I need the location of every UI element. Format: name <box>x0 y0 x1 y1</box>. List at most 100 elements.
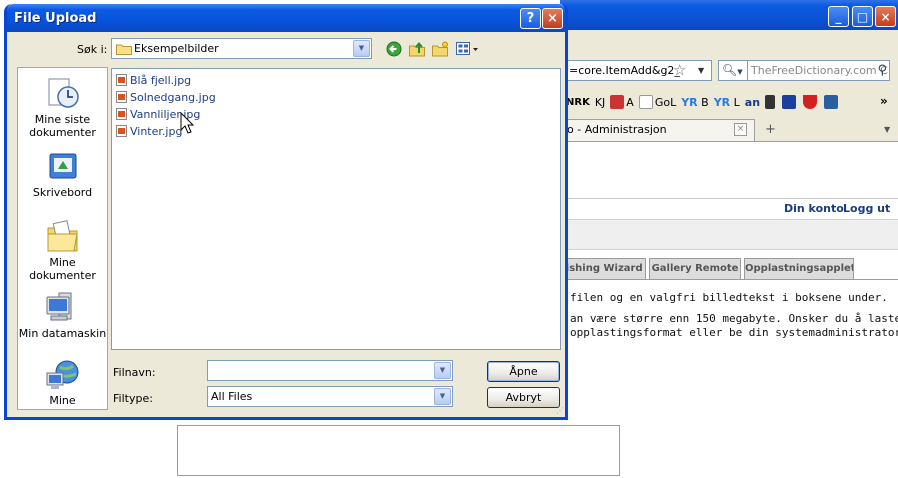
places-bar: Mine siste dokumenter Skrivebord Mine do… <box>17 67 108 410</box>
new-folder-icon[interactable] <box>432 41 449 57</box>
file-upload-dialog: File Upload ? × Søk i: Eksempelbilder ▼ <box>4 4 568 420</box>
search-engine-selector[interactable]: 🔍︎▼ <box>718 60 748 81</box>
file-item[interactable]: Solnedgang.jpg <box>116 89 216 105</box>
resize-grip-icon[interactable]: ⋰ <box>556 406 564 415</box>
bookmark-box[interactable] <box>824 95 840 109</box>
logout-link[interactable]: Logg ut <box>843 202 890 215</box>
tab-list-button[interactable]: ▼ <box>884 125 890 134</box>
page-band <box>560 219 898 250</box>
instruction-text: opplastingsformat eller be din systemadm… <box>570 326 898 339</box>
place-label: Mine dokumenter <box>29 256 96 282</box>
dialog-titlebar: File Upload <box>7 4 565 32</box>
cancel-button[interactable]: Avbryt <box>487 387 560 408</box>
minimize-button[interactable]: _ <box>828 6 849 27</box>
dialog-title: File Upload <box>14 11 97 26</box>
tab-publishing-wizard[interactable]: lishing Wizard <box>560 258 646 279</box>
search-icon[interactable]: ⚲ <box>877 61 887 80</box>
filename-input[interactable]: ▼ <box>207 360 453 381</box>
file-name: Blå fjell.jpg <box>130 73 192 87</box>
network-places-icon <box>46 360 78 389</box>
maximize-button[interactable]: □ <box>852 6 873 27</box>
bookmark-yr-l[interactable]: YR L <box>714 96 740 109</box>
bookmark-nrk[interactable]: NRK <box>566 97 590 108</box>
folder-icon <box>116 44 132 55</box>
bookmark-figure[interactable] <box>765 95 777 109</box>
help-button[interactable]: ? <box>520 8 541 29</box>
bookmark-yr-b[interactable]: YR B <box>681 96 708 109</box>
image-file-icon <box>116 108 127 120</box>
bookmark-an[interactable]: an <box>745 96 760 109</box>
file-list[interactable]: Blå fjell.jpg Solnedgang.jpg Vannliljer.… <box>111 68 561 350</box>
tab-close-button[interactable]: × <box>734 123 747 136</box>
search-placeholder: TheFreeDictionary.com C <box>751 64 888 77</box>
image-file-icon <box>116 74 127 86</box>
bookmark-gol[interactable]: GoL <box>638 95 676 109</box>
tab-title: o - Administrasjon <box>567 123 667 136</box>
instruction-text: filen og en valgfri billedtekst i boksen… <box>570 291 888 304</box>
instruction-text: an være større enn 150 megabyte. Onsker … <box>570 312 898 325</box>
page-icon <box>638 95 653 109</box>
address-text: =core.ItemAdd&g2_ <box>569 64 680 77</box>
place-my-documents[interactable]: Mine dokumenter <box>18 218 107 282</box>
file-item[interactable]: Vinter.jpg <box>116 123 182 139</box>
file-name: Vinter.jpg <box>130 124 183 138</box>
my-documents-icon <box>47 220 78 252</box>
bookmark-kj[interactable]: KJ <box>595 96 605 109</box>
look-in-combo[interactable]: Eksempelbilder ▼ <box>111 38 372 59</box>
chevron-down-icon: ▼ <box>884 125 891 134</box>
bookmark-globe[interactable] <box>782 95 798 109</box>
desktop-icon <box>49 153 76 179</box>
image-file-icon <box>116 125 127 137</box>
browser-tab-active[interactable]: o - Administrasjon <box>560 119 755 141</box>
place-desktop[interactable]: Skrivebord <box>18 150 107 199</box>
image-file-icon <box>116 91 127 103</box>
maximize-icon: □ <box>856 9 869 24</box>
search-input[interactable]: TheFreeDictionary.com C ⚲ <box>748 60 890 81</box>
browser-titlebar: _ □ × <box>560 0 898 30</box>
my-account-link[interactable]: Din konto <box>784 202 844 215</box>
new-tab-button[interactable]: + <box>765 122 776 137</box>
up-folder-icon[interactable] <box>409 41 426 57</box>
place-label: Min datamaskin <box>18 327 107 340</box>
minimize-icon: _ <box>835 9 842 24</box>
filename-label: Filnavn: <box>113 366 156 379</box>
file-name: Solnedgang.jpg <box>130 90 216 104</box>
bookmark-icon <box>610 95 625 109</box>
dialog-close-button[interactable]: × <box>542 8 563 29</box>
address-bar[interactable]: =core.ItemAdd&g2_ ☆ ▼ <box>566 60 712 81</box>
back-icon[interactable] <box>386 41 402 57</box>
box-icon <box>824 95 839 109</box>
place-label: Mine <box>49 394 76 407</box>
divider <box>560 279 898 280</box>
file-item[interactable]: Blå fjell.jpg <box>116 72 191 88</box>
open-button[interactable]: Åpne <box>487 361 560 382</box>
caption-textarea[interactable] <box>177 425 620 476</box>
figure-icon <box>765 95 776 109</box>
place-recent-documents[interactable]: Mine siste dokumenter <box>18 77 107 139</box>
bookmarks-overflow-button[interactable]: » <box>880 94 888 108</box>
mouse-cursor-icon <box>180 112 195 134</box>
tab-upload-applet[interactable]: Opplastningsapplet <box>744 258 854 279</box>
plus-icon: + <box>765 122 776 137</box>
bookmark-shield[interactable] <box>803 95 819 109</box>
chevron-down-icon[interactable]: ▼ <box>434 362 451 379</box>
bookmark-a[interactable]: A <box>610 95 634 109</box>
bookmarks-toolbar: NRK KJ A GoL YR B YR L an <box>566 92 866 112</box>
place-network[interactable]: Mine <box>18 358 107 407</box>
close-icon: × <box>736 124 745 134</box>
place-label: Mine siste dokumenter <box>29 113 96 139</box>
address-dropdown-icon[interactable]: ▼ <box>698 61 704 80</box>
chevron-down-icon[interactable]: ▼ <box>353 40 370 57</box>
recent-documents-icon <box>48 78 79 108</box>
window-close-button[interactable]: × <box>875 6 896 27</box>
filetype-select[interactable]: All Files ▼ <box>207 386 453 407</box>
view-menu-icon[interactable] <box>456 41 480 57</box>
page-header <box>560 142 898 198</box>
my-computer-icon <box>46 292 71 321</box>
globe-icon <box>782 95 797 109</box>
place-my-computer[interactable]: Min datamaskin <box>18 291 107 340</box>
chevron-down-icon[interactable]: ▼ <box>434 388 451 405</box>
tab-gallery-remote[interactable]: Gallery Remote <box>649 258 741 279</box>
search-engine-icon: 🔍︎ <box>722 63 738 77</box>
bookmark-star-icon[interactable]: ☆ <box>673 61 686 79</box>
